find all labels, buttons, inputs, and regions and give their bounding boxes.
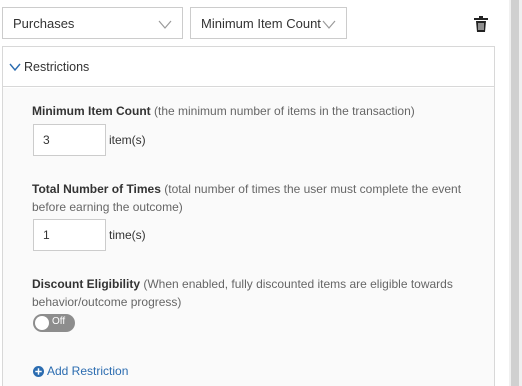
discount-eligibility-title: Discount Eligibility <box>32 277 141 291</box>
discount-eligibility-toggle[interactable]: Off <box>33 314 75 332</box>
min-item-count-unit: item(s) <box>109 133 146 147</box>
total-times-label: Total Number of Times (total number of t… <box>32 180 472 216</box>
restrictions-panel: Restrictions Minimum Item Count (the min… <box>2 46 495 386</box>
restrictions-header[interactable]: Restrictions <box>3 47 494 87</box>
toggle-knob <box>35 316 49 330</box>
restrictions-title: Restrictions <box>24 59 90 74</box>
category-select[interactable]: Purchases <box>2 7 183 39</box>
trash-icon[interactable] <box>474 16 488 32</box>
min-item-count-description: (the minimum number of items in the tran… <box>150 104 415 118</box>
discount-eligibility-label: Discount Eligibility (When enabled, full… <box>32 275 472 311</box>
chevron-down-icon <box>9 63 21 71</box>
min-item-count-title: Minimum Item Count <box>32 104 151 118</box>
chevron-down-icon <box>322 20 336 29</box>
min-item-count-label: Minimum Item Count (the minimum number o… <box>32 102 472 120</box>
min-item-count-input[interactable]: 3 <box>33 124 106 156</box>
restrictions-body: Minimum Item Count (the minimum number o… <box>3 88 494 386</box>
plus-circle-icon <box>33 365 44 377</box>
total-times-input[interactable]: 1 <box>33 219 106 251</box>
toggle-state-text: Off <box>52 316 66 327</box>
category-select-value: Purchases <box>13 15 75 31</box>
type-select-value: Minimum Item Count <box>201 15 321 31</box>
total-times-title: Total Number of Times <box>32 182 161 196</box>
add-restriction-button[interactable]: Add Restriction <box>33 364 128 378</box>
add-restriction-label: Add Restriction <box>47 364 129 378</box>
type-select[interactable]: Minimum Item Count <box>190 7 347 39</box>
total-times-unit: time(s) <box>109 228 146 242</box>
chevron-down-icon <box>158 20 172 29</box>
scrollbar-thumb[interactable] <box>511 0 519 386</box>
restriction-editor: Purchases Minimum Item Count Restriction… <box>0 0 522 386</box>
